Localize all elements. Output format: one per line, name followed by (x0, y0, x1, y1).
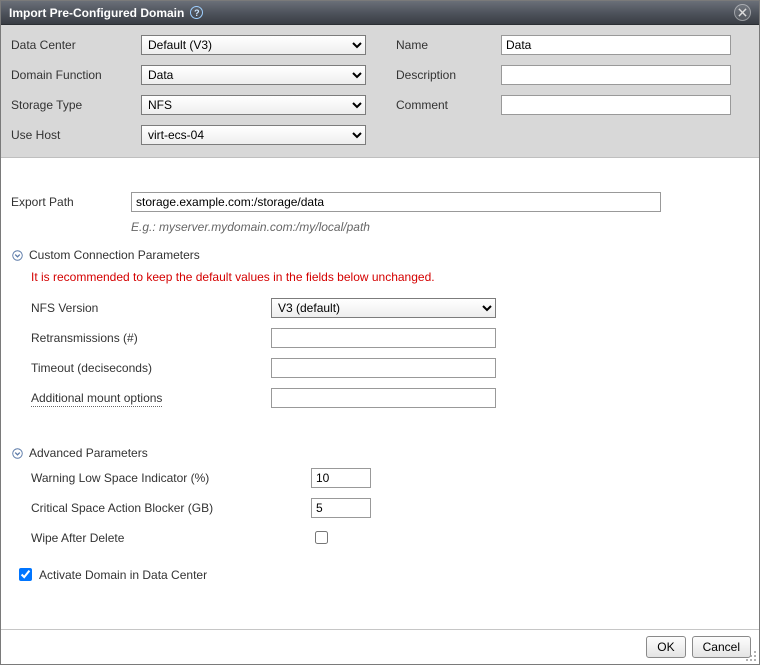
retransmissions-label: Retransmissions (#) (31, 331, 271, 345)
storage-type-label: Storage Type (11, 98, 141, 112)
close-icon (738, 8, 747, 17)
activate-domain-label: Activate Domain in Data Center (39, 568, 207, 582)
dialog-body: Export Path E.g.: myserver.mydomain.com:… (1, 158, 759, 629)
name-label: Name (396, 38, 501, 52)
chevron-down-icon (11, 447, 23, 459)
critical-space-input[interactable] (311, 498, 371, 518)
top-form-panel: Data Center Default (V3) Name Domain Fun… (1, 25, 759, 158)
domain-function-select[interactable]: Data (141, 65, 366, 85)
data-center-select[interactable]: Default (V3) (141, 35, 366, 55)
custom-params-warning: It is recommended to keep the default va… (31, 270, 749, 284)
activate-domain-checkbox[interactable] (19, 568, 32, 581)
name-input[interactable] (501, 35, 731, 55)
mount-options-label: Additional mount options (31, 391, 162, 407)
mount-options-input[interactable] (271, 388, 496, 408)
critical-space-label: Critical Space Action Blocker (GB) (31, 501, 311, 515)
help-icon[interactable]: ? (190, 6, 203, 19)
export-path-label: Export Path (11, 195, 131, 209)
comment-label: Comment (396, 98, 501, 112)
nfs-version-select[interactable]: V3 (default) (271, 298, 496, 318)
data-center-label: Data Center (11, 38, 141, 52)
advanced-params-section: Warning Low Space Indicator (%) Critical… (11, 468, 749, 547)
retransmissions-input[interactable] (271, 328, 496, 348)
resize-grip-icon[interactable] (743, 648, 757, 662)
timeout-label: Timeout (deciseconds) (31, 361, 271, 375)
use-host-select[interactable]: virt-ecs-04 (141, 125, 366, 145)
description-input[interactable] (501, 65, 731, 85)
titlebar: Import Pre-Configured Domain ? (1, 1, 759, 25)
advanced-params-title: Advanced Parameters (29, 446, 148, 460)
domain-function-label: Domain Function (11, 68, 141, 82)
comment-input[interactable] (501, 95, 731, 115)
storage-type-select[interactable]: NFS (141, 95, 366, 115)
use-host-label: Use Host (11, 128, 141, 142)
export-path-hint: E.g.: myserver.mydomain.com:/my/local/pa… (131, 216, 749, 234)
custom-params-section: It is recommended to keep the default va… (11, 270, 749, 408)
description-label: Description (396, 68, 501, 82)
timeout-input[interactable] (271, 358, 496, 378)
warn-low-space-input[interactable] (311, 468, 371, 488)
ok-button[interactable]: OK (646, 636, 685, 658)
dialog-window: Import Pre-Configured Domain ? Data Cent… (0, 0, 760, 665)
chevron-down-icon (11, 249, 23, 261)
advanced-params-expander[interactable]: Advanced Parameters (11, 446, 749, 460)
close-button[interactable] (734, 4, 751, 21)
custom-params-title: Custom Connection Parameters (29, 248, 200, 262)
wipe-after-delete-label: Wipe After Delete (31, 531, 311, 545)
dialog-footer: OK Cancel (1, 629, 759, 664)
custom-params-expander[interactable]: Custom Connection Parameters (11, 248, 749, 262)
export-path-input[interactable] (131, 192, 661, 212)
nfs-version-label: NFS Version (31, 301, 271, 315)
dialog-title: Import Pre-Configured Domain (9, 1, 184, 25)
wipe-after-delete-checkbox[interactable] (315, 531, 328, 544)
warn-low-space-label: Warning Low Space Indicator (%) (31, 471, 311, 485)
